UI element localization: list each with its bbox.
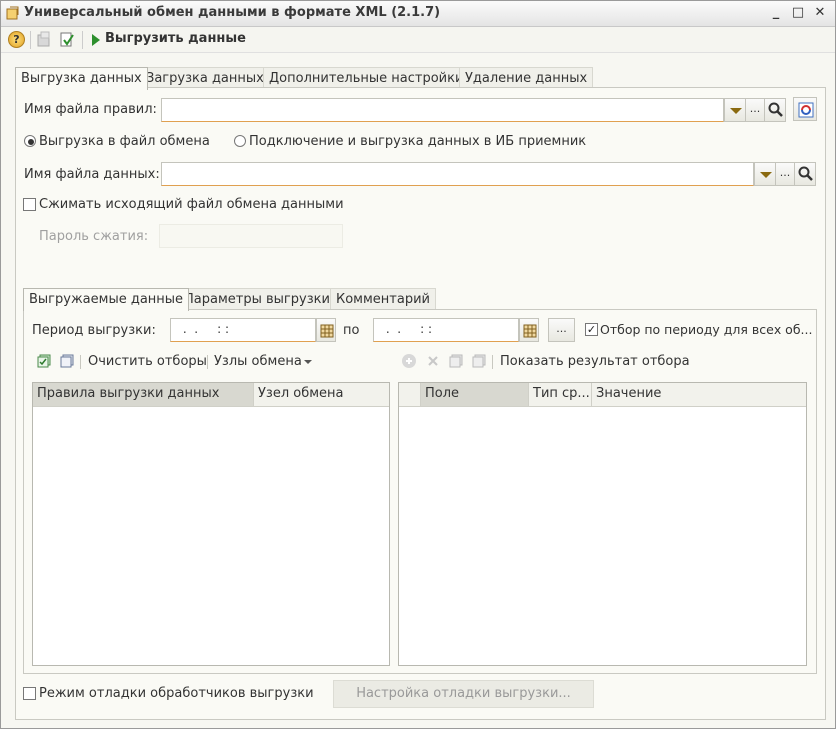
radio-export-to-file-label: Выгрузка в файл обмена [39,134,210,149]
tab-export-params[interactable]: Параметры выгрузки [178,288,336,310]
period-to-input[interactable]: . . : : [373,318,519,342]
settings-save-icon[interactable] [35,31,53,49]
debug-mode-label: Режим отладки обработчиков выгрузки [39,686,314,701]
tab-import[interactable]: Загрузка данных [140,67,270,89]
compress-label: Сжимать исходящий файл обмена данными [39,197,344,212]
export-rules-grid[interactable]: Правила выгрузки данных Узел обмена [32,382,390,666]
password-label: Пароль сжатия: [39,229,149,244]
column-header-export-rules[interactable]: Правила выгрузки данных [33,383,254,407]
data-file-label: Имя файла данных: [24,167,160,182]
help-icon[interactable]: ? [8,31,25,48]
radio-connect-export-label: Подключение и выгрузка данных в ИБ прием… [249,134,587,149]
tab-comment[interactable]: Комментарий [330,288,436,310]
period-to-label: по [343,323,360,338]
toolbar-separator [492,355,493,369]
refresh-icon [798,102,814,118]
delete-icon[interactable] [426,354,440,368]
clear-filters-button[interactable]: Очистить отборы [88,354,207,369]
chevron-down-icon [730,108,742,114]
filter-grid[interactable]: Поле Тип ср... Значение [398,382,807,666]
toolbar-separator [80,355,81,369]
tab-additional-settings[interactable]: Дополнительные настройки [263,67,470,89]
rules-file-input[interactable] [161,98,724,122]
rules-file-open-button[interactable] [764,98,786,122]
tab-delete-data[interactable]: Удаление данных [459,67,594,89]
toolbar-separator [30,31,31,49]
password-input[interactable] [159,224,343,248]
calendar-icon [320,324,334,338]
exchange-nodes-button[interactable]: Узлы обмена [214,354,302,369]
close-button[interactable]: ✕ [812,5,828,21]
debug-mode-checkbox[interactable] [23,687,36,700]
calendar-icon [523,324,537,338]
filter-period-checkbox[interactable]: ✓ [585,323,598,336]
window-title: Универсальный обмен данными в формате XM… [24,5,441,20]
show-filter-result-button[interactable]: Показать результат отбора [500,354,690,369]
column-header-field[interactable]: Поле [421,383,529,407]
search-icon [798,166,813,181]
period-select-button[interactable]: ... [548,318,575,342]
period-to-calendar-button[interactable] [519,318,539,342]
period-from-calendar-button[interactable] [316,318,336,342]
minimize-button[interactable]: _ [768,5,784,21]
run-export-button[interactable]: Выгрузить данные [105,31,246,46]
data-file-input[interactable] [161,162,754,186]
period-from-input[interactable]: . . : : [170,318,316,342]
check-all-icon[interactable] [449,354,463,368]
debug-settings-button[interactable]: Настройка отладки выгрузки... [333,680,594,708]
data-file-open-button[interactable] [794,162,816,186]
rules-file-dropdown[interactable] [724,98,746,122]
reload-rules-button[interactable] [793,97,817,121]
toolbar-separator [82,31,83,49]
column-header-value[interactable]: Значение [592,383,806,407]
radio-connect-export[interactable] [234,135,246,147]
run-icon[interactable] [92,34,100,46]
rules-file-browse-button[interactable]: ... [745,98,765,122]
add-icon[interactable] [402,354,416,368]
chevron-down-icon [760,172,772,178]
column-header-comparison-type[interactable]: Тип ср... [529,383,592,407]
radio-export-to-file[interactable] [24,135,36,147]
compress-checkbox[interactable] [23,198,36,211]
period-label: Период выгрузки: [32,323,156,338]
data-file-browse-button[interactable]: ... [775,162,795,186]
app-icon [6,6,20,20]
rules-file-label: Имя файла правил: [24,102,157,117]
column-header-exchange-node[interactable]: Узел обмена [254,383,389,407]
tab-exported-data[interactable]: Выгружаемые данные [23,288,190,311]
search-icon [768,102,783,117]
settings-restore-icon[interactable] [58,31,76,49]
uncheck-all-icon[interactable] [472,354,486,368]
maximize-button[interactable]: □ [790,5,806,21]
check-all-icon[interactable] [37,354,51,368]
filter-period-label: Отбор по периоду для всех об... [600,322,813,337]
uncheck-all-icon[interactable] [60,354,74,368]
tab-export[interactable]: Выгрузка данных [15,67,148,90]
data-file-dropdown[interactable] [754,162,776,186]
column-header-checkbox[interactable] [399,383,421,407]
chevron-down-icon [304,360,312,364]
toolbar-separator [207,355,208,369]
